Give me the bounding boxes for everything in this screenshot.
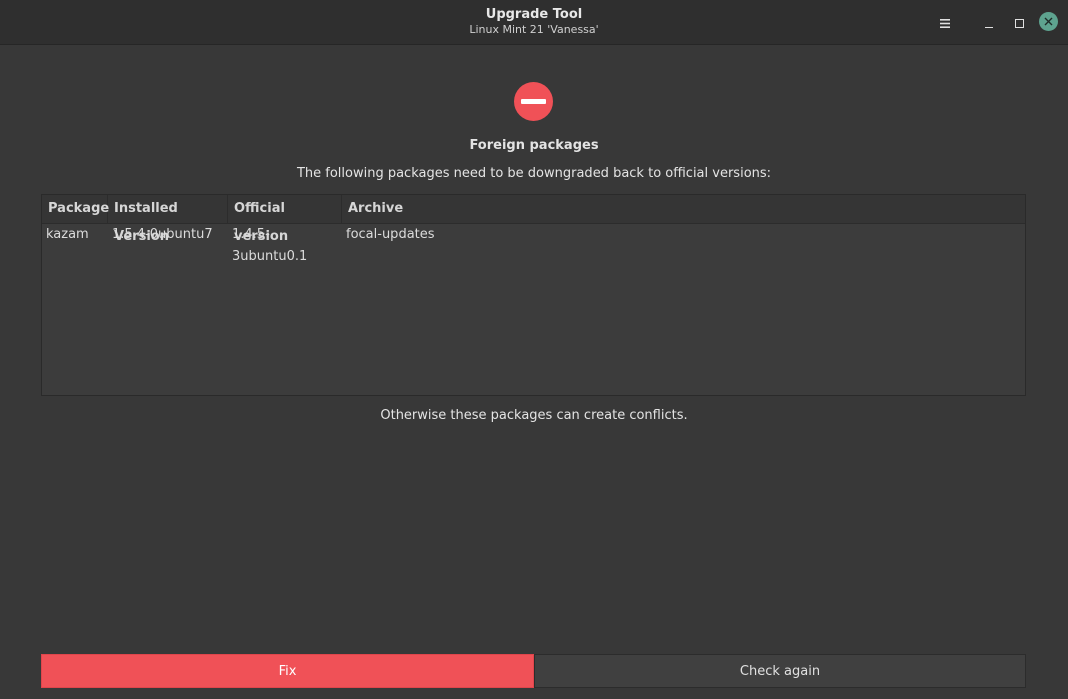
minimize-icon[interactable] [978, 12, 1000, 34]
close-icon[interactable] [1039, 12, 1058, 31]
table-header: Package Installed Version Official versi… [42, 195, 1025, 244]
window-title: Upgrade Tool [485, 7, 583, 22]
heading: Foreign packages [469, 138, 599, 153]
window-subtitle: Linux Mint 21 'Vanessa' [469, 23, 599, 36]
cell-package: kazam [46, 227, 89, 242]
title-bar: Upgrade Tool Linux Mint 21 'Vanessa' [0, 0, 1068, 45]
description-text: The following packages need to be downgr… [296, 166, 772, 181]
column-header-official-version[interactable]: Official version [228, 195, 342, 244]
conflict-note: Otherwise these packages can create conf… [380, 408, 688, 423]
hamburger-menu-icon[interactable] [934, 12, 956, 34]
table-row[interactable]: kazam 1.5.4-0ubuntu7 1.4.5-3ubuntu0.1 fo… [42, 224, 1025, 264]
error-stop-icon [514, 82, 553, 121]
column-header-archive[interactable]: Archive [342, 195, 1025, 223]
check-again-button[interactable]: Check again [534, 654, 1026, 688]
cell-archive: focal-updates [346, 227, 435, 242]
action-buttons: Fix Check again [41, 654, 1026, 688]
title-area: Upgrade Tool Linux Mint 21 'Vanessa' [0, 7, 1068, 37]
column-header-installed-version[interactable]: Installed Version [108, 195, 228, 244]
packages-table: Package Installed Version Official versi… [41, 194, 1026, 396]
maximize-icon[interactable] [1008, 12, 1030, 34]
column-header-package[interactable]: Package [42, 195, 109, 223]
cell-official-version: 1.4.5-3ubuntu0.1 [232, 227, 308, 264]
cell-installed-version: 1.5.4-0ubuntu7 [112, 227, 213, 242]
fix-button[interactable]: Fix [41, 654, 534, 688]
